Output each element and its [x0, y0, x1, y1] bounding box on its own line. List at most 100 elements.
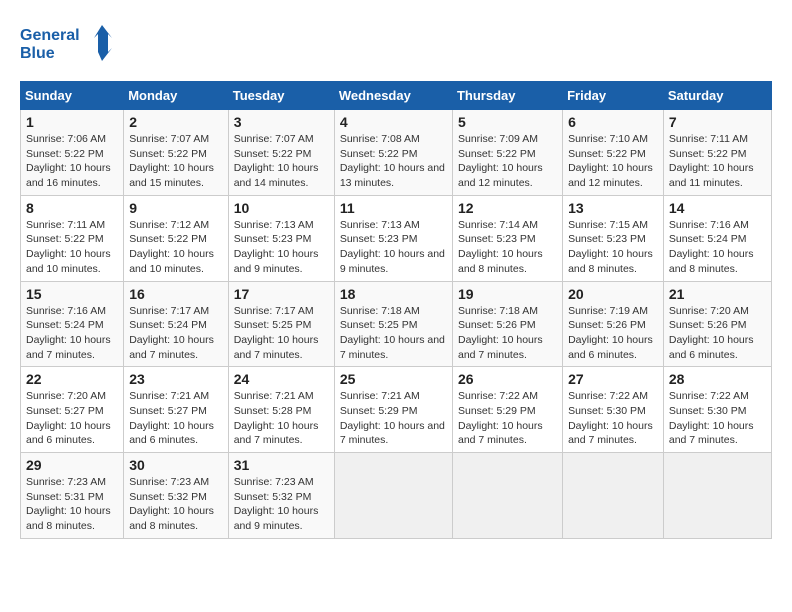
day-number: 1	[26, 114, 118, 130]
day-cell-6: 6Sunrise: 7:10 AMSunset: 5:22 PMDaylight…	[563, 110, 664, 196]
day-cell-15: 15 Sunrise: 7:16 AMSunset: 5:24 PMDayligh…	[21, 281, 124, 367]
day-detail: Sunrise: 7:20 AMSunset: 5:27 PMDaylight:…	[26, 389, 118, 448]
day-number: 5	[458, 114, 557, 130]
day-number: 29	[26, 457, 118, 473]
day-number: 8	[26, 200, 118, 216]
day-number: 23	[129, 371, 223, 387]
day-number: 13	[568, 200, 658, 216]
col-header-tuesday: Tuesday	[228, 82, 334, 110]
day-cell-1: 1 Sunrise: 7:06 AMSunset: 5:22 PMDaylight…	[21, 110, 124, 196]
day-number: 24	[234, 371, 329, 387]
day-detail: Sunrise: 7:22 AMSunset: 5:30 PMDaylight:…	[568, 389, 658, 448]
day-number: 14	[669, 200, 766, 216]
day-detail: Sunrise: 7:07 AMSunset: 5:22 PMDaylight:…	[129, 132, 223, 191]
day-number: 2	[129, 114, 223, 130]
day-detail: Sunrise: 7:17 AMSunset: 5:24 PMDaylight:…	[129, 304, 223, 363]
day-detail: Sunrise: 7:22 AMSunset: 5:30 PMDaylight:…	[669, 389, 766, 448]
day-cell-2: 2 Sunrise: 7:07 AMSunset: 5:22 PMDaylight…	[124, 110, 229, 196]
day-detail: Sunrise: 7:21 AMSunset: 5:27 PMDaylight:…	[129, 389, 223, 448]
day-number: 16	[129, 286, 223, 302]
day-number: 17	[234, 286, 329, 302]
day-cell-18: 18 Sunrise: 7:18 AMSunset: 5:25 PMDayligh…	[334, 281, 452, 367]
svg-text:General: General	[20, 27, 80, 44]
day-cell-16: 16 Sunrise: 7:17 AMSunset: 5:24 PMDayligh…	[124, 281, 229, 367]
day-number: 25	[340, 371, 447, 387]
col-header-wednesday: Wednesday	[334, 82, 452, 110]
day-detail: Sunrise: 7:10 AMSunset: 5:22 PMDaylight:…	[568, 132, 658, 191]
day-detail: Sunrise: 7:09 AMSunset: 5:22 PMDaylight:…	[458, 132, 557, 191]
day-cell-24: 24Sunrise: 7:21 AMSunset: 5:28 PMDayligh…	[228, 367, 334, 453]
day-cell-17: 17 Sunrise: 7:17 AMSunset: 5:25 PMDayligh…	[228, 281, 334, 367]
col-header-friday: Friday	[563, 82, 664, 110]
day-cell-9: 9Sunrise: 7:12 AMSunset: 5:22 PMDaylight…	[124, 195, 229, 281]
calendar-week-2: 8 Sunrise: 7:11 AMSunset: 5:22 PMDaylight…	[21, 195, 772, 281]
day-number: 18	[340, 286, 447, 302]
col-header-sunday: Sunday	[21, 82, 124, 110]
day-cell-21: 21 Sunrise: 7:20 AMSunset: 5:26 PMDayligh…	[663, 281, 771, 367]
day-number: 21	[669, 286, 766, 302]
day-number: 4	[340, 114, 447, 130]
page-header: General Blue	[20, 20, 772, 65]
day-cell-3: 3Sunrise: 7:07 AMSunset: 5:22 PMDaylight…	[228, 110, 334, 196]
day-cell-30: 30 Sunrise: 7:23 AMSunset: 5:32 PMDayligh…	[124, 453, 229, 539]
day-number: 19	[458, 286, 557, 302]
day-detail: Sunrise: 7:18 AMSunset: 5:25 PMDaylight:…	[340, 304, 447, 363]
day-cell-14: 14 Sunrise: 7:16 AMSunset: 5:24 PMDayligh…	[663, 195, 771, 281]
day-cell-11: 11 Sunrise: 7:13 AMSunset: 5:23 PMDayligh…	[334, 195, 452, 281]
day-number: 27	[568, 371, 658, 387]
day-cell-22: 22Sunrise: 7:20 AMSunset: 5:27 PMDayligh…	[21, 367, 124, 453]
empty-cell	[452, 453, 562, 539]
day-number: 11	[340, 200, 447, 216]
day-detail: Sunrise: 7:15 AMSunset: 5:23 PMDaylight:…	[568, 218, 658, 277]
day-cell-4: 4 Sunrise: 7:08 AMSunset: 5:22 PMDaylight…	[334, 110, 452, 196]
day-detail: Sunrise: 7:06 AMSunset: 5:22 PMDaylight:…	[26, 132, 118, 191]
day-cell-28: 28 Sunrise: 7:22 AMSunset: 5:30 PMDayligh…	[663, 367, 771, 453]
day-cell-5: 5 Sunrise: 7:09 AMSunset: 5:22 PMDaylight…	[452, 110, 562, 196]
calendar-week-4: 22Sunrise: 7:20 AMSunset: 5:27 PMDayligh…	[21, 367, 772, 453]
day-detail: Sunrise: 7:22 AMSunset: 5:29 PMDaylight:…	[458, 389, 557, 448]
col-header-thursday: Thursday	[452, 82, 562, 110]
day-number: 30	[129, 457, 223, 473]
day-number: 28	[669, 371, 766, 387]
day-number: 7	[669, 114, 766, 130]
empty-cell	[663, 453, 771, 539]
day-detail: Sunrise: 7:11 AMSunset: 5:22 PMDaylight:…	[26, 218, 118, 277]
day-detail: Sunrise: 7:20 AMSunset: 5:26 PMDaylight:…	[669, 304, 766, 363]
day-detail: Sunrise: 7:23 AMSunset: 5:31 PMDaylight:…	[26, 475, 118, 534]
calendar-week-5: 29 Sunrise: 7:23 AMSunset: 5:31 PMDayligh…	[21, 453, 772, 539]
day-cell-19: 19 Sunrise: 7:18 AMSunset: 5:26 PMDayligh…	[452, 281, 562, 367]
empty-cell	[563, 453, 664, 539]
day-number: 12	[458, 200, 557, 216]
day-detail: Sunrise: 7:18 AMSunset: 5:26 PMDaylight:…	[458, 304, 557, 363]
day-cell-27: 27 Sunrise: 7:22 AMSunset: 5:30 PMDayligh…	[563, 367, 664, 453]
day-detail: Sunrise: 7:16 AMSunset: 5:24 PMDaylight:…	[26, 304, 118, 363]
day-cell-26: 26Sunrise: 7:22 AMSunset: 5:29 PMDayligh…	[452, 367, 562, 453]
day-cell-29: 29 Sunrise: 7:23 AMSunset: 5:31 PMDayligh…	[21, 453, 124, 539]
day-detail: Sunrise: 7:13 AMSunset: 5:23 PMDaylight:…	[340, 218, 447, 277]
day-cell-13: 13 Sunrise: 7:15 AMSunset: 5:23 PMDayligh…	[563, 195, 664, 281]
day-detail: Sunrise: 7:08 AMSunset: 5:22 PMDaylight:…	[340, 132, 447, 191]
empty-cell	[334, 453, 452, 539]
header-row: SundayMondayTuesdayWednesdayThursdayFrid…	[21, 82, 772, 110]
day-cell-31: 31Sunrise: 7:23 AMSunset: 5:32 PMDayligh…	[228, 453, 334, 539]
calendar-table: SundayMondayTuesdayWednesdayThursdayFrid…	[20, 81, 772, 539]
calendar-week-1: 1 Sunrise: 7:06 AMSunset: 5:22 PMDaylight…	[21, 110, 772, 196]
day-detail: Sunrise: 7:16 AMSunset: 5:24 PMDaylight:…	[669, 218, 766, 277]
day-detail: Sunrise: 7:23 AMSunset: 5:32 PMDaylight:…	[234, 475, 329, 534]
logo: General Blue	[20, 20, 120, 65]
col-header-monday: Monday	[124, 82, 229, 110]
day-detail: Sunrise: 7:13 AMSunset: 5:23 PMDaylight:…	[234, 218, 329, 277]
day-cell-7: 7Sunrise: 7:11 AMSunset: 5:22 PMDaylight…	[663, 110, 771, 196]
day-number: 9	[129, 200, 223, 216]
day-cell-25: 25Sunrise: 7:21 AMSunset: 5:29 PMDayligh…	[334, 367, 452, 453]
calendar-week-3: 15 Sunrise: 7:16 AMSunset: 5:24 PMDayligh…	[21, 281, 772, 367]
day-detail: Sunrise: 7:17 AMSunset: 5:25 PMDaylight:…	[234, 304, 329, 363]
day-number: 15	[26, 286, 118, 302]
day-cell-20: 20Sunrise: 7:19 AMSunset: 5:26 PMDayligh…	[563, 281, 664, 367]
svg-text:Blue: Blue	[20, 45, 55, 62]
day-detail: Sunrise: 7:07 AMSunset: 5:22 PMDaylight:…	[234, 132, 329, 191]
day-number: 20	[568, 286, 658, 302]
day-cell-23: 23 Sunrise: 7:21 AMSunset: 5:27 PMDayligh…	[124, 367, 229, 453]
day-detail: Sunrise: 7:23 AMSunset: 5:32 PMDaylight:…	[129, 475, 223, 534]
col-header-saturday: Saturday	[663, 82, 771, 110]
